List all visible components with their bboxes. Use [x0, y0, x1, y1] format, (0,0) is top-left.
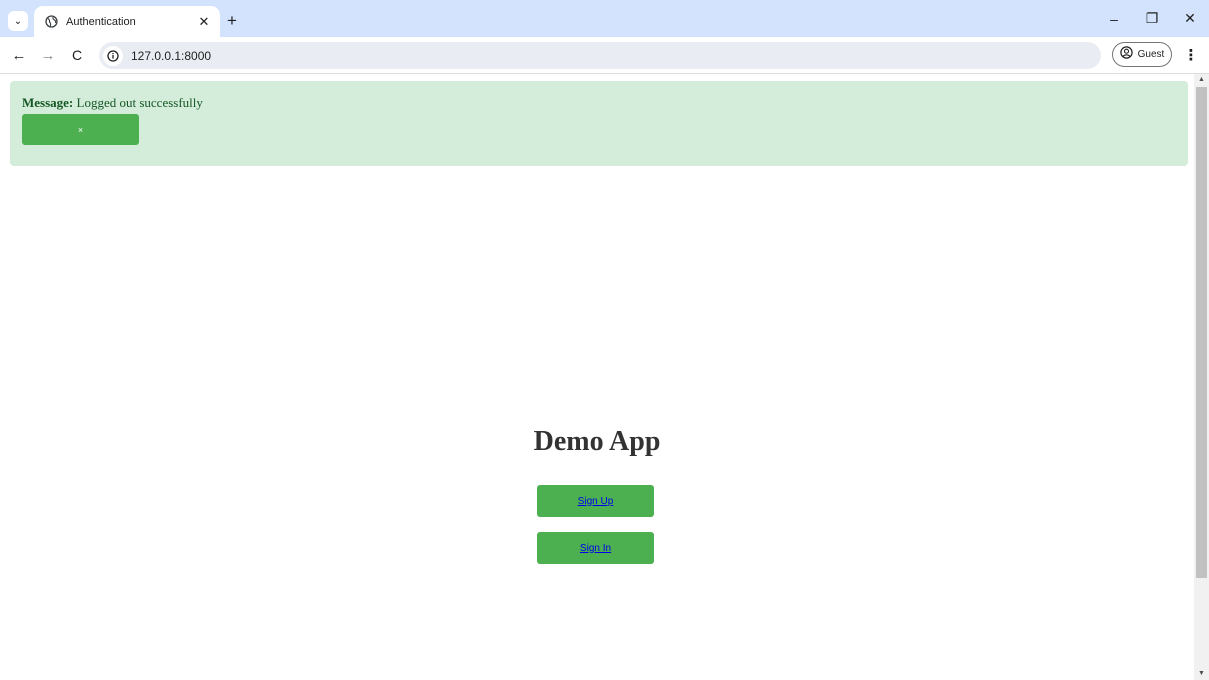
site-info-icon[interactable] — [103, 45, 123, 66]
url-text: 127.0.0.1:8000 — [131, 48, 212, 63]
sign-up-button[interactable]: Sign Up — [537, 485, 654, 517]
chevron-down-icon: ⌄ — [13, 15, 23, 27]
forward-button[interactable]: → — [39, 46, 57, 64]
globe-icon — [44, 15, 58, 29]
page-title: Demo App — [533, 426, 661, 457]
scrollbar-thumb[interactable] — [1196, 87, 1207, 578]
message-alert: Message: Logged out successfully × — [10, 81, 1188, 166]
minimize-button[interactable]: – — [1095, 0, 1133, 37]
sign-up-link[interactable]: Sign Up — [578, 496, 614, 507]
tab-title: Authentication — [66, 15, 136, 28]
new-tab-button[interactable]: + — [227, 12, 237, 29]
restore-button[interactable]: ❐ — [1133, 0, 1171, 37]
browser-tab[interactable]: Authentication ✕ — [34, 6, 220, 37]
reload-button[interactable]: C — [68, 46, 86, 64]
alert-message: Message: Logged out successfully — [22, 95, 203, 111]
scroll-up-arrow-icon[interactable]: ▲ — [1194, 74, 1209, 86]
sign-in-link[interactable]: Sign In — [580, 543, 611, 554]
profile-button[interactable]: Guest — [1112, 42, 1172, 67]
tab-close-icon[interactable]: ✕ — [196, 14, 212, 30]
account-icon — [1119, 45, 1133, 64]
browser-menu-button[interactable]: ⋮ — [1183, 45, 1199, 65]
alert-label: Message: — [22, 95, 74, 110]
scroll-down-arrow-icon[interactable]: ▼ — [1194, 668, 1209, 680]
window-close-button[interactable]: ✕ — [1171, 0, 1209, 37]
profile-label: Guest — [1137, 49, 1165, 60]
back-button[interactable]: ← — [10, 46, 28, 64]
alert-text: Logged out successfully — [76, 95, 203, 110]
sign-in-button[interactable]: Sign In — [537, 532, 654, 564]
address-bar[interactable]: 127.0.0.1:8000 — [99, 42, 1101, 69]
window-controls: – ❐ ✕ — [1095, 0, 1209, 37]
vertical-scrollbar[interactable]: ▲ ▼ — [1194, 74, 1209, 680]
alert-close-button[interactable]: × — [22, 114, 139, 145]
tab-search-button[interactable]: ⌄ — [8, 11, 28, 31]
browser-toolbar: ← → C 127.0.0.1:8000 Guest ⋮ — [0, 37, 1209, 74]
page-viewport: Message: Logged out successfully × Demo … — [0, 74, 1194, 680]
tab-strip: ⌄ Authentication ✕ + – ❐ ✕ — [0, 0, 1209, 37]
